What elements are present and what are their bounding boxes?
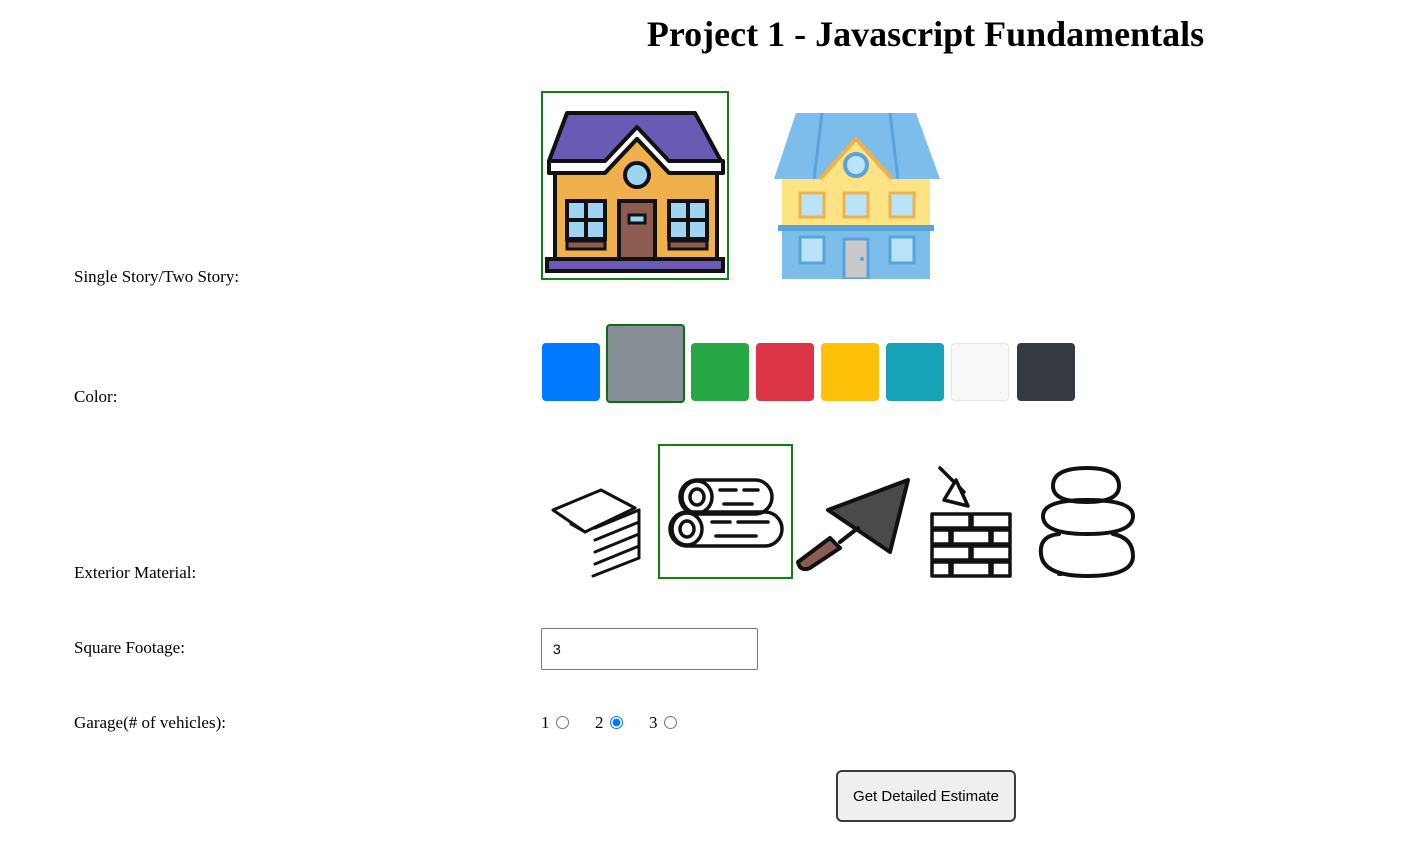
garage-radio-1[interactable] [556,716,569,729]
color-swatch-light[interactable] [951,343,1009,401]
color-swatch-green[interactable] [691,343,749,401]
garage-label: Garage(# of vehicles): [74,713,226,732]
material-option-stone[interactable] [1033,464,1141,580]
garage-option-1-label: 1 [541,713,550,732]
garage-option-3-label: 3 [649,713,658,732]
square-footage-input[interactable] [541,628,758,670]
color-label: Color: [74,387,118,406]
siding-icon [551,488,641,578]
stacked-stones-icon [1038,465,1136,579]
material-option-wood-logs[interactable] [658,444,793,579]
color-swatch-red[interactable] [756,343,814,401]
material-option-trowel[interactable] [796,476,914,572]
page-title: Project 1 - Javascript Fundamentals [646,14,1205,54]
single-story-option[interactable] [541,91,729,280]
footage-label: Square Footage: [74,638,185,657]
single-story-house-icon [545,111,725,273]
garage-option-2-label: 2 [595,713,604,732]
brick-wall-icon [930,466,1012,578]
material-label: Exterior Material: [74,563,197,582]
color-swatch-blue[interactable] [542,343,600,401]
two-story-option[interactable] [768,91,956,280]
story-label: Single Story/Two Story: [74,267,240,286]
two-story-house-icon [774,112,940,279]
garage-radio-2[interactable] [610,716,623,729]
color-swatch-dark[interactable] [1017,343,1075,401]
wood-logs-icon [668,478,784,548]
material-option-brick[interactable] [928,466,1014,580]
color-swatch-gray[interactable] [606,324,685,403]
color-swatch-teal[interactable] [886,343,944,401]
get-estimate-button[interactable]: Get Detailed Estimate [836,770,1016,822]
color-swatch-yellow[interactable] [821,343,879,401]
garage-radio-3[interactable] [664,716,677,729]
trowel-icon [796,478,910,572]
material-option-siding[interactable] [545,480,647,580]
